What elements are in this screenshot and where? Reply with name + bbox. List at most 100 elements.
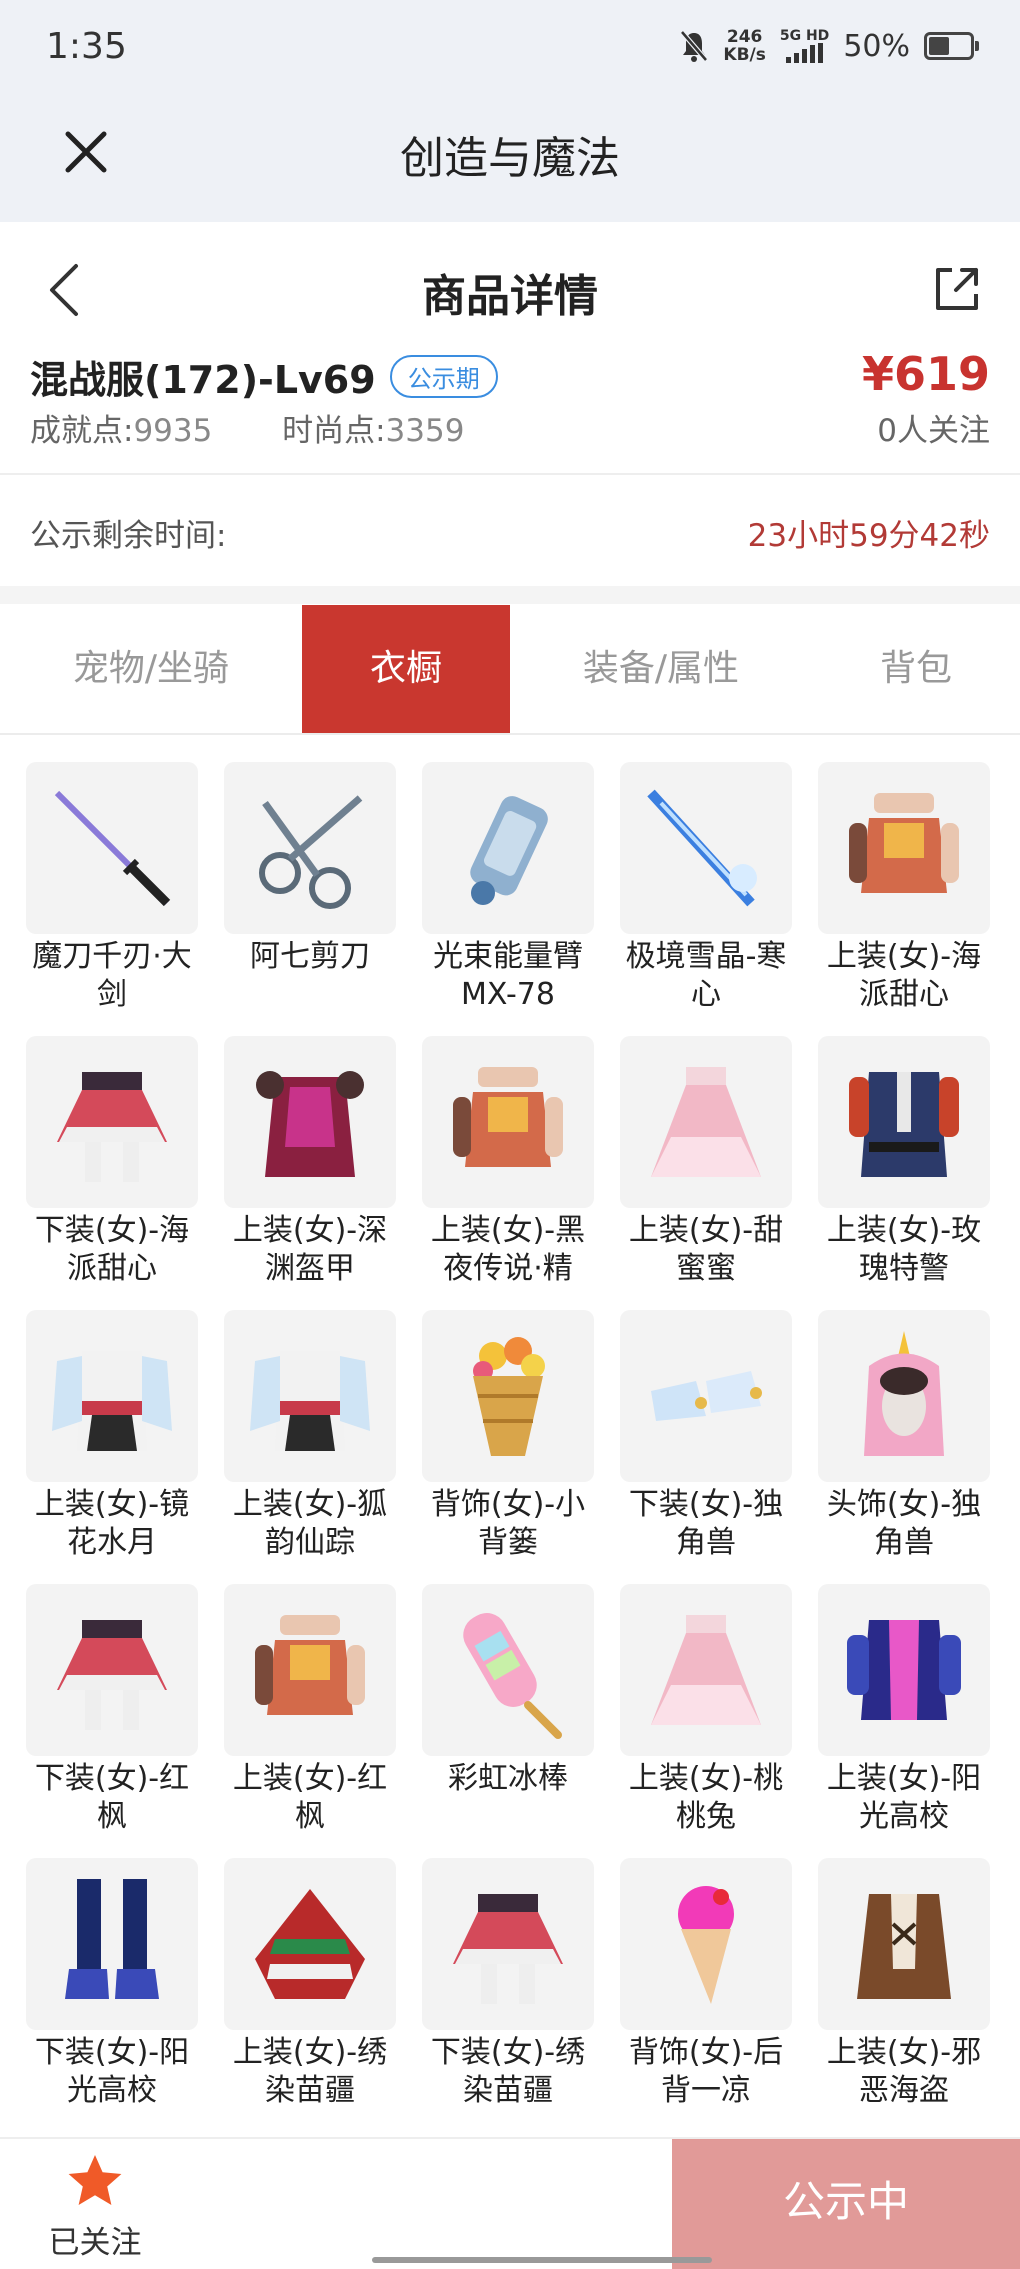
wardrobe-item-label: 彩虹冰棒	[448, 1761, 568, 1796]
section-gap	[0, 586, 1020, 604]
app-bar: 创造与魔法	[0, 100, 1020, 222]
wardrobe-item[interactable]: 上装(女)-红枫	[224, 1584, 396, 1844]
uniform-icon	[849, 1072, 959, 1177]
item-points: 成就点:9935 时尚点:3359	[30, 405, 464, 450]
item-info: 混战服(172)-Lv69 公示期 成就点:9935 时尚点:3359 ¥619…	[0, 345, 1020, 475]
wardrobe-item-label: 极境雪晶-寒心	[625, 939, 787, 1012]
wardrobe-item[interactable]: 背饰(女)-小背篓	[422, 1310, 594, 1570]
follower-count: 0人关注	[877, 413, 990, 449]
ice-cream-icon	[678, 1886, 734, 2004]
wardrobe-item-label: 下装(女)-独角兽	[628, 1487, 784, 1560]
wardrobe-item-image	[26, 1584, 198, 1756]
wardrobe-item[interactable]: 上装(女)-阳光高校	[818, 1584, 990, 1844]
fashion-label: 时尚点:	[282, 413, 386, 449]
unicorn-hood-icon	[864, 1331, 944, 1456]
wardrobe-item[interactable]: 上装(女)-深渊盔甲	[224, 1036, 396, 1296]
sword-icon	[54, 790, 171, 907]
jacket-icon	[847, 1620, 961, 1720]
top-outfit-icon	[453, 1067, 563, 1167]
wardrobe-item-image	[224, 1036, 396, 1208]
pirate-coat-icon	[857, 1894, 951, 1999]
home-indicator	[372, 2257, 712, 2263]
wardrobe-item-label: 魔刀千刃·大剑	[32, 939, 192, 1012]
wardrobe-item[interactable]: 上装(女)-玫瑰特警	[818, 1036, 990, 1296]
app-title: 创造与魔法	[400, 133, 620, 184]
item-price: ¥619	[861, 347, 990, 401]
wardrobe-item-image	[620, 762, 792, 934]
wardrobe-item-image	[422, 1584, 594, 1756]
wardrobe-item-label: 上装(女)-深渊盔甲	[232, 1213, 388, 1286]
tab-backpack[interactable]: 背包	[812, 605, 1020, 733]
tab-wardrobe[interactable]: 衣橱	[302, 605, 510, 733]
popsicle-icon	[463, 1613, 562, 1739]
wardrobe-item[interactable]: 下装(女)-红枫	[26, 1584, 198, 1844]
network-speed: 246 KB/s	[723, 28, 765, 64]
wardrobe-item-label: 光束能量臂MX-78	[433, 939, 583, 1012]
poncho-icon	[255, 1889, 365, 1999]
wardrobe-item[interactable]: 上装(女)-狐韵仙踪	[224, 1310, 396, 1570]
wardrobe-item-image	[818, 762, 990, 934]
publicity-button[interactable]: 公示中	[672, 2139, 1020, 2269]
dress-icon	[651, 1067, 761, 1177]
wardrobe-item-image	[818, 1584, 990, 1756]
wardrobe-item[interactable]: 极境雪晶-寒心	[620, 762, 792, 1022]
wardrobe-item[interactable]: 光束能量臂MX-78	[422, 762, 594, 1022]
wardrobe-item[interactable]: 上装(女)-邪恶海盗	[818, 1858, 990, 2118]
wardrobe-item[interactable]: 魔刀千刃·大剑	[26, 762, 198, 1022]
tab-pets-mounts[interactable]: 宠物/坐骑	[0, 605, 302, 733]
signal-group: 5G HD	[780, 29, 829, 63]
wardrobe-item[interactable]: 下装(女)-阳光高校	[26, 1858, 198, 2118]
wardrobe-item-image	[422, 1036, 594, 1208]
skirt-icon	[57, 1620, 167, 1730]
follow-button[interactable]: 已关注	[30, 2151, 160, 2262]
wardrobe-item-label: 上装(女)-镜花水月	[34, 1487, 190, 1560]
wardrobe-item-image	[818, 1036, 990, 1208]
wardrobe-item[interactable]: 上装(女)-桃桃兔	[620, 1584, 792, 1844]
page-title: 商品详情	[422, 271, 598, 322]
wardrobe-item[interactable]: 上装(女)-绣染苗疆	[224, 1858, 396, 2118]
speed-unit: KB/s	[723, 45, 766, 65]
status-icons: 246 KB/s 5G HD 50%	[679, 28, 979, 64]
item-name-row: 混战服(172)-Lv69 公示期	[30, 349, 498, 404]
wardrobe-item[interactable]: 头饰(女)-独角兽	[818, 1310, 990, 1570]
arm-cannon-icon	[470, 796, 548, 905]
wardrobe-item[interactable]: 上装(女)-黑夜传说·精	[422, 1036, 594, 1296]
wardrobe-item-image	[422, 1858, 594, 2030]
status-bar: 1:35 246 KB/s 5G HD 50%	[0, 0, 1020, 100]
wardrobe-item-label: 上装(女)-桃桃兔	[628, 1761, 784, 1834]
wardrobe-item-label: 上装(女)-邪恶海盗	[826, 2035, 982, 2108]
fashion-value: 3359	[385, 413, 465, 449]
wardrobe-item-image	[26, 1036, 198, 1208]
wardrobe-item-label: 头饰(女)-独角兽	[826, 1487, 982, 1560]
wardrobe-item[interactable]: 上装(女)-镜花水月	[26, 1310, 198, 1570]
battery-percent: 50%	[843, 28, 910, 64]
boots-icon	[65, 1879, 159, 1999]
scissors-icon	[259, 795, 363, 909]
tab-equipment-attributes[interactable]: 装备/属性	[510, 605, 812, 733]
speed-value: 246	[726, 27, 763, 47]
share-icon[interactable]	[930, 262, 984, 316]
wardrobe-item[interactable]: 上装(女)-甜蜜蜜	[620, 1036, 792, 1296]
wardrobe-item-image	[26, 1858, 198, 2030]
armor-icon	[256, 1071, 364, 1177]
wardrobe-item-image	[818, 1858, 990, 2030]
wardrobe-item-label: 上装(女)-红枫	[232, 1761, 388, 1834]
wardrobe-item[interactable]: 彩虹冰棒	[422, 1584, 594, 1844]
wardrobe-item-label: 上装(女)-阳光高校	[826, 1761, 982, 1834]
ice-sword-icon	[647, 789, 757, 907]
wardrobe-item[interactable]: 背饰(女)-后背一凉	[620, 1858, 792, 2118]
wardrobe-item[interactable]: 下装(女)-海派甜心	[26, 1036, 198, 1296]
kimono-icon	[250, 1351, 370, 1451]
skirt-icon	[453, 1894, 563, 2004]
dress-icon	[651, 1615, 761, 1725]
battery-icon	[924, 32, 979, 60]
bottom-bar: 已关注 公示中	[0, 2137, 1020, 2269]
wardrobe-item-label: 上装(女)-甜蜜蜜	[628, 1213, 784, 1286]
wardrobe-item-image	[818, 1310, 990, 1482]
wardrobe-item-label: 下装(女)-阳光高校	[34, 2035, 190, 2108]
wardrobe-item[interactable]: 上装(女)-海派甜心	[818, 762, 990, 1022]
wardrobe-item[interactable]: 下装(女)-绣染苗疆	[422, 1858, 594, 2118]
wardrobe-item[interactable]: 下装(女)-独角兽	[620, 1310, 792, 1570]
network-type: 5G HD	[779, 28, 830, 44]
wardrobe-item[interactable]: 阿七剪刀	[224, 762, 396, 1022]
